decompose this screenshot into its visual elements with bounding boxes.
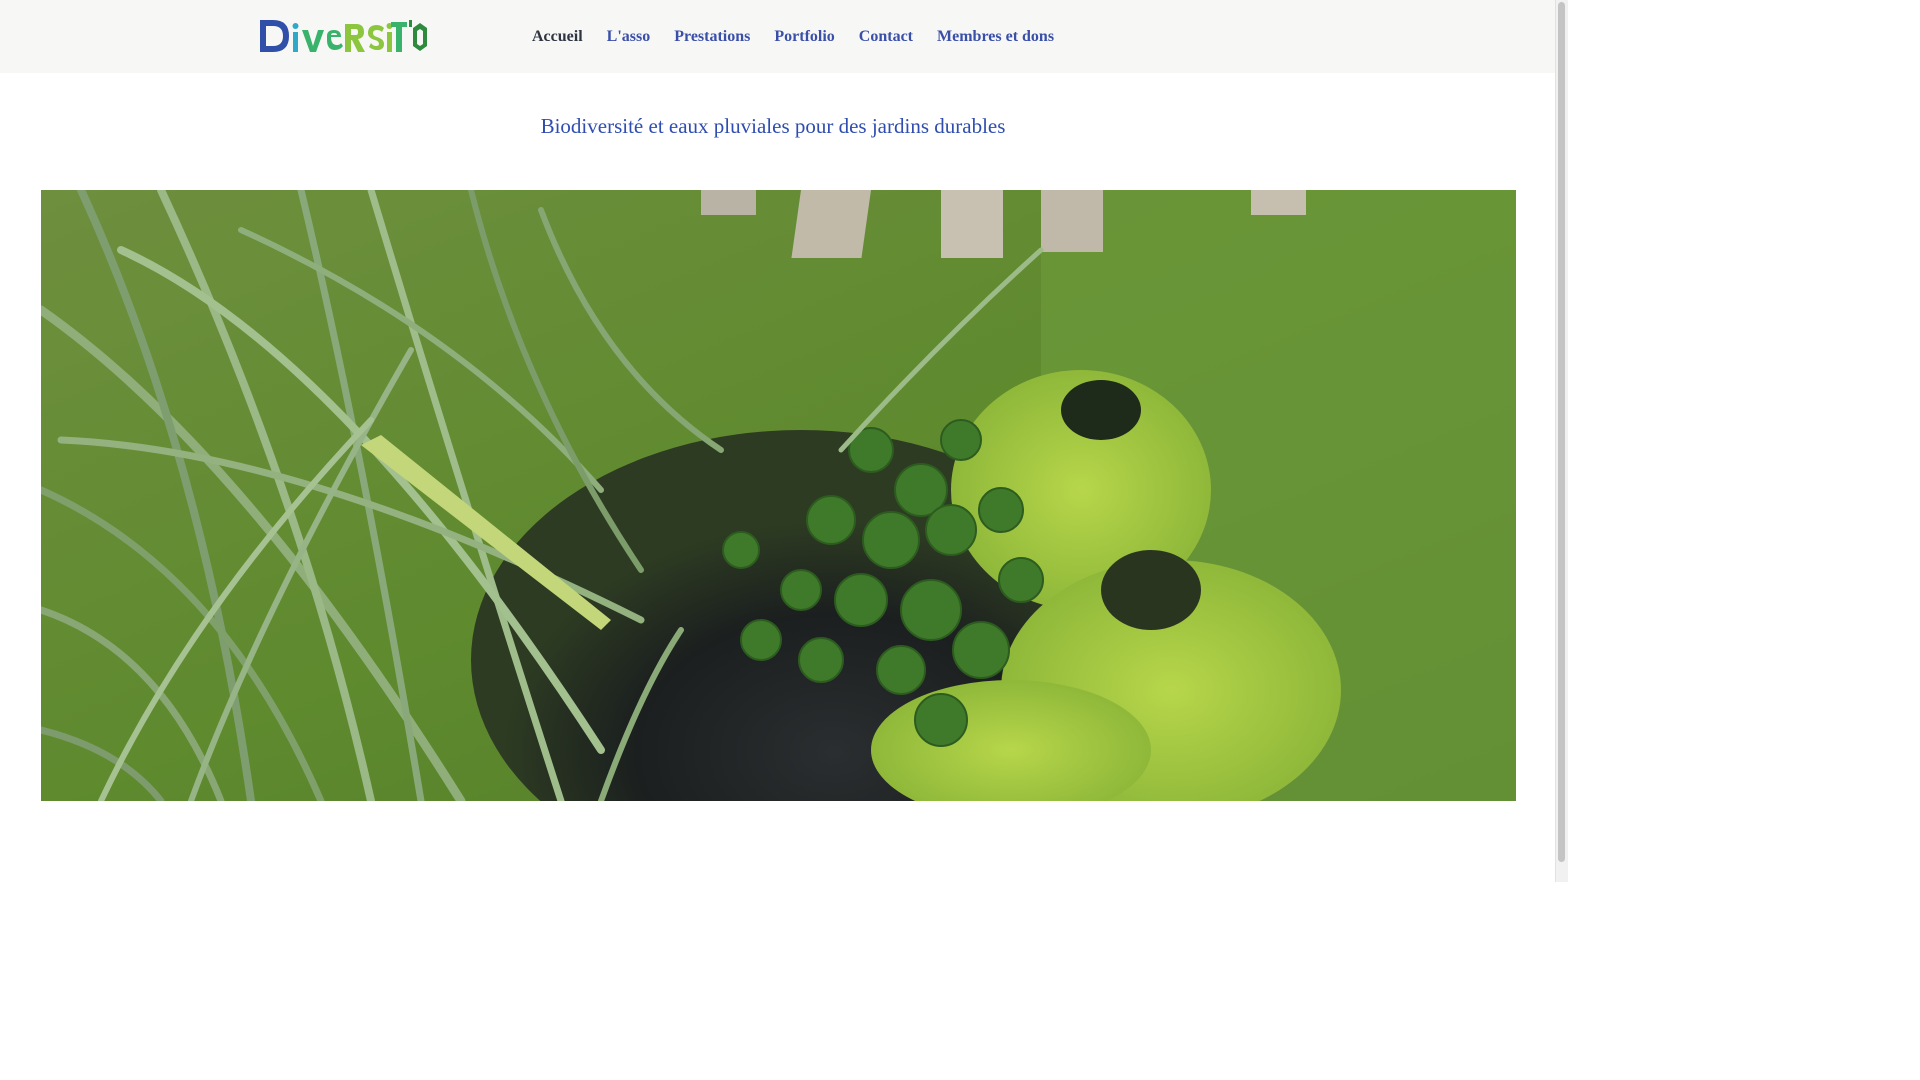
vertical-scrollbar[interactable] [1555,0,1568,882]
nav-portfolio[interactable]: Portfolio [762,28,846,46]
page: Accueil L'asso Prestations Portfolio Con… [0,0,1568,882]
main-nav: Accueil L'asso Prestations Portfolio Con… [520,24,1066,50]
nav-accueil[interactable]: Accueil [520,28,595,46]
pond-garden-photo [41,190,1516,801]
scrollbar-thumb[interactable] [1558,2,1565,862]
nav-prestations[interactable]: Prestations [662,28,762,46]
site-logo[interactable] [257,14,427,60]
nav-contact[interactable]: Contact [847,28,925,46]
page-subtitle: Biodiversité et eaux pluviales pour des … [540,114,1006,138]
logo-graphic [260,20,427,52]
nav-membres-et-dons[interactable]: Membres et dons [925,28,1066,46]
site-header: Accueil L'asso Prestations Portfolio Con… [0,0,1556,73]
hero-image [41,190,1516,801]
nav-lasso[interactable]: L'asso [595,28,663,46]
